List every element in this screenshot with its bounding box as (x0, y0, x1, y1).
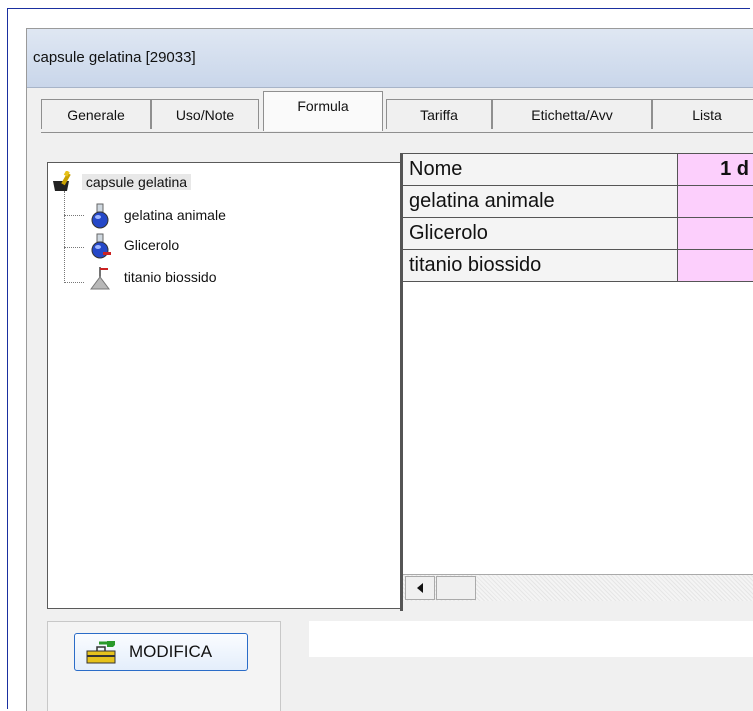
tree-item-root[interactable]: capsule gelatina (50, 170, 192, 191)
tree-connector (64, 191, 65, 283)
modifica-button[interactable]: MODIFICA (74, 633, 248, 671)
tab-uso-note[interactable]: Uso/Note (151, 99, 259, 129)
tab-tariffa[interactable]: Tariffa (386, 99, 492, 129)
status-area (309, 621, 753, 657)
tab-baseline (41, 132, 753, 133)
tree-item-titanio[interactable]: titanio biossido (88, 265, 217, 290)
tree-item-label: titanio biossido (123, 268, 217, 285)
tab-generale[interactable]: Generale (41, 99, 151, 129)
grid-cell-qty[interactable] (678, 250, 753, 282)
tree-root-label: capsule gelatina (81, 173, 192, 190)
action-panel: MODIFICA (47, 621, 281, 711)
mortar-pestle-icon (53, 170, 71, 191)
arrow-left-icon (417, 583, 423, 593)
tree-connector (64, 215, 84, 216)
window-title: capsule gelatina [29033] (33, 49, 196, 66)
flask-icon (91, 233, 111, 259)
horizontal-scrollbar[interactable] (403, 574, 753, 601)
app-window: capsule gelatina [29033] Generale Uso/No… (26, 28, 753, 711)
title-bar: capsule gelatina [29033] (27, 29, 753, 88)
grid-cell-qty[interactable] (678, 186, 753, 218)
tree-item-label: Glicerolo (123, 236, 180, 253)
tab-formula[interactable]: Formula (263, 91, 383, 131)
modifica-label: MODIFICA (129, 642, 213, 661)
tree-item-label: gelatina animale (123, 206, 226, 223)
grid-cell-qty[interactable] (678, 218, 753, 250)
tab-etichetta-avv[interactable]: Etichetta/Avv (492, 99, 652, 129)
tree-connector (64, 247, 84, 248)
grid-header-name[interactable]: Nome (403, 154, 678, 186)
grid-cell-name[interactable]: gelatina animale (403, 186, 678, 218)
edit-toolbox-icon (86, 641, 116, 664)
scroll-thumb[interactable] (436, 576, 476, 600)
flask-icon (91, 203, 109, 229)
grid-cell-name[interactable]: Glicerolo (403, 218, 678, 250)
formula-tree[interactable]: capsule gelatina gelatina animale Glicer… (47, 162, 403, 609)
tree-item-gelatina[interactable]: gelatina animale (88, 203, 226, 229)
tree-connector (64, 282, 84, 283)
tab-lista[interactable]: Lista (652, 99, 753, 129)
grid-body[interactable]: Nome 1 d gelatina animale Glicerolo tita… (403, 153, 753, 574)
tree-item-glicerolo[interactable]: Glicerolo (88, 233, 180, 259)
scroll-left-button[interactable] (405, 576, 435, 600)
tab-strip: Generale Uso/Note Formula Tariffa Etiche… (27, 89, 753, 133)
formula-grid: Nome 1 d gelatina animale Glicerolo tita… (400, 153, 753, 611)
funnel-icon (90, 267, 110, 290)
grid-header-qty[interactable]: 1 d (678, 154, 753, 186)
grid-cell-name[interactable]: titanio biossido (403, 250, 678, 282)
